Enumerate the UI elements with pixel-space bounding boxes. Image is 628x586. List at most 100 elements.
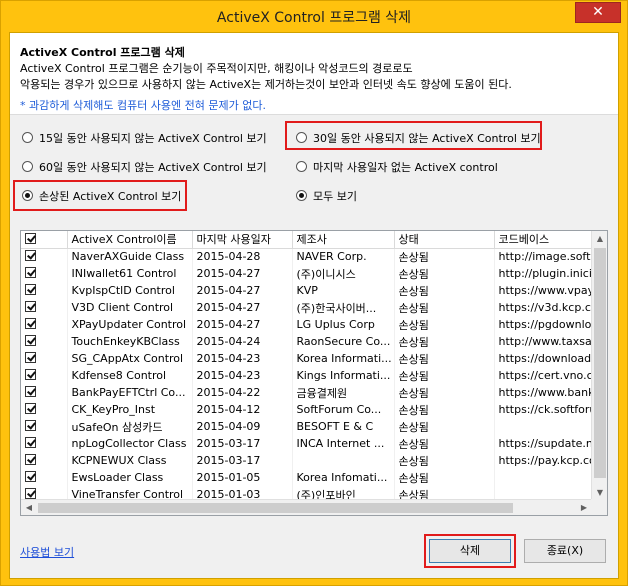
horizontal-scroll-thumb[interactable] — [38, 503, 513, 513]
cell-last-used: 2015-04-27 — [192, 316, 293, 333]
table-row[interactable]: V3D Client Control 2015-04-27 (주)한국사이버... 손… — [21, 299, 593, 316]
radio-icon[interactable] — [22, 132, 33, 143]
checkbox-checked-icon[interactable] — [25, 267, 36, 278]
row-checkbox-cell[interactable] — [21, 350, 68, 367]
window-title: ActiveX Control 프로그램 삭제 — [216, 10, 412, 26]
row-checkbox-cell[interactable] — [21, 418, 68, 435]
radio-show-all[interactable]: 모두 보기 — [296, 188, 357, 204]
radio-no-last-use[interactable]: 마지막 사용일자 없는 ActiveX control — [296, 159, 498, 175]
table-row[interactable]: NaverAXGuide Class 2015-04-28 NAVER Corp. 손… — [21, 248, 593, 265]
title-bar[interactable]: ActiveX Control 프로그램 삭제 ✕ — [1, 1, 627, 31]
row-checkbox-cell[interactable] — [21, 299, 68, 316]
scroll-right-icon[interactable]: ▶ — [576, 500, 592, 515]
table-row[interactable]: SG_CAppAtx Control 2015-04-23 Korea Inform… — [21, 350, 593, 367]
row-checkbox-cell[interactable] — [21, 265, 68, 282]
radio-selected-icon[interactable] — [296, 190, 307, 201]
radio-icon[interactable] — [22, 161, 33, 172]
column-header-codebase[interactable]: 코드베이스 — [494, 231, 593, 249]
cell-codebase: https://download.s — [494, 350, 593, 367]
vertical-scrollbar[interactable]: ▲ ▼ — [591, 231, 607, 501]
horizontal-scrollbar[interactable]: ◀ ▶ — [21, 499, 592, 515]
checkbox-checked-icon[interactable] — [25, 386, 36, 397]
row-checkbox-cell[interactable] — [21, 401, 68, 418]
cell-codebase: http://image.softw — [494, 248, 593, 265]
table-row[interactable]: npLogCollector Class 2015-03-17 INCA Inter… — [21, 435, 593, 452]
cell-status: 손상됨 — [394, 350, 495, 367]
row-checkbox-cell[interactable] — [21, 435, 68, 452]
row-checkbox-cell[interactable] — [21, 384, 68, 401]
checkbox-checked-icon[interactable] — [25, 352, 36, 363]
cell-name: uSafeOn 삼성카드 — [67, 418, 193, 435]
radio-no-last-use-label: 마지막 사용일자 없는 ActiveX control — [313, 161, 498, 174]
description-note: * 과감하게 삭제해도 컴퓨터 사용엔 전혀 문제가 없다. — [20, 99, 266, 112]
table-row[interactable]: EwsLoader Class 2015-01-05 Korea Infomati.… — [21, 469, 593, 486]
checkbox-checked-icon[interactable] — [25, 284, 36, 295]
table-row[interactable]: XPayUpdater Control 2015-04-27 LG Uplus Co… — [21, 316, 593, 333]
table-row[interactable]: TouchEnkeyKBClass 2015-04-24 RaonSecure Co… — [21, 333, 593, 350]
cell-vendor — [292, 452, 395, 469]
cell-last-used: 2015-04-27 — [192, 265, 293, 282]
help-link[interactable]: 사용법 보기 — [20, 544, 74, 560]
checkbox-checked-icon[interactable] — [25, 250, 36, 262]
column-header-status[interactable]: 상태 — [394, 231, 495, 249]
checkbox-checked-icon[interactable] — [25, 420, 36, 431]
delete-button[interactable]: 삭제 — [429, 539, 511, 563]
table-row[interactable]: BankPayEFTCtrl Co... 2015-04-22 금융결제원 손상됨 ht… — [21, 384, 593, 401]
table-row[interactable]: Kdfense8 Control 2015-04-23 Kings Informat… — [21, 367, 593, 384]
activex-list[interactable]: ActiveX Control이름 마지막 사용일자 제조사 상태 코드베이스 … — [20, 230, 608, 516]
cell-vendor: RaonSecure Co... — [292, 333, 395, 350]
table-row[interactable]: KCPNEWUX Class 2015-03-17 손상됨 https://pay.k… — [21, 452, 593, 469]
row-checkbox-cell[interactable] — [21, 316, 68, 333]
checkbox-checked-icon[interactable] — [25, 454, 36, 465]
checkbox-checked-icon[interactable] — [25, 232, 36, 244]
cell-status: 손상됨 — [394, 384, 495, 401]
table-row[interactable]: INIwallet61 Control 2015-04-27 (주)이니시스 손상됨 h… — [21, 265, 593, 282]
row-checkbox-cell[interactable] — [21, 248, 68, 265]
cell-codebase: http://www.taxsav — [494, 333, 593, 350]
checkbox-checked-icon[interactable] — [25, 437, 36, 448]
cell-name: KCPNEWUX Class — [67, 452, 193, 469]
vertical-scroll-thumb[interactable] — [594, 248, 606, 478]
scroll-left-icon[interactable]: ◀ — [21, 500, 37, 515]
radio-60-days[interactable]: 60일 동안 사용되지 않는 ActiveX Control 보기 — [22, 159, 267, 175]
checkbox-checked-icon[interactable] — [25, 301, 36, 312]
radio-icon[interactable] — [296, 161, 307, 172]
table-row[interactable]: KvpIspCtlD Control 2015-04-27 KVP 손상됨 https:… — [21, 282, 593, 299]
cell-name: npLogCollector Class — [67, 435, 193, 452]
description-title: ActiveX Control 프로그램 삭제 — [20, 46, 185, 59]
scrollbar-corner — [591, 499, 607, 515]
table-row[interactable]: CK_KeyPro_Inst 2015-04-12 SoftForum Co... 손… — [21, 401, 593, 418]
cell-name: BankPayEFTCtrl Co... — [67, 384, 193, 401]
cell-status: 손상됨 — [394, 265, 495, 282]
row-checkbox-cell[interactable] — [21, 333, 68, 350]
row-checkbox-cell[interactable] — [21, 469, 68, 486]
column-header-name[interactable]: ActiveX Control이름 — [67, 231, 193, 249]
cell-vendor: Korea Infomati... — [292, 469, 395, 486]
checkbox-checked-icon[interactable] — [25, 471, 36, 482]
cell-status: 손상됨 — [394, 469, 495, 486]
table-row[interactable]: uSafeOn 삼성카드 2015-04-09 BESOFT E & C 손상됨 — [21, 418, 593, 435]
checkbox-checked-icon[interactable] — [25, 318, 36, 329]
checkbox-checked-icon[interactable] — [25, 488, 36, 499]
cell-name: KvpIspCtlD Control — [67, 282, 193, 299]
scroll-up-icon[interactable]: ▲ — [592, 231, 607, 247]
checkbox-checked-icon[interactable] — [25, 403, 36, 414]
table-header-row: ActiveX Control이름 마지막 사용일자 제조사 상태 코드베이스 — [21, 231, 593, 249]
row-checkbox-cell[interactable] — [21, 282, 68, 299]
row-checkbox-cell[interactable] — [21, 367, 68, 384]
row-checkbox-cell[interactable] — [21, 452, 68, 469]
activex-table: ActiveX Control이름 마지막 사용일자 제조사 상태 코드베이스 … — [21, 231, 593, 503]
description-panel: ActiveX Control 프로그램 삭제 ActiveX Control … — [10, 33, 618, 115]
cell-last-used: 2015-04-23 — [192, 367, 293, 384]
exit-button[interactable]: 종료(X) — [524, 539, 606, 563]
checkbox-checked-icon[interactable] — [25, 335, 36, 346]
select-all-header[interactable] — [21, 231, 68, 249]
column-header-last-used[interactable]: 마지막 사용일자 — [192, 231, 293, 249]
radio-15-days[interactable]: 15일 동안 사용되지 않는 ActiveX Control 보기 — [22, 130, 267, 146]
checkbox-checked-icon[interactable] — [25, 369, 36, 380]
cell-name: EwsLoader Class — [67, 469, 193, 486]
cell-status: 손상됨 — [394, 282, 495, 299]
column-header-vendor[interactable]: 제조사 — [292, 231, 395, 249]
close-button[interactable]: ✕ — [575, 2, 621, 23]
cell-name: INIwallet61 Control — [67, 265, 193, 282]
